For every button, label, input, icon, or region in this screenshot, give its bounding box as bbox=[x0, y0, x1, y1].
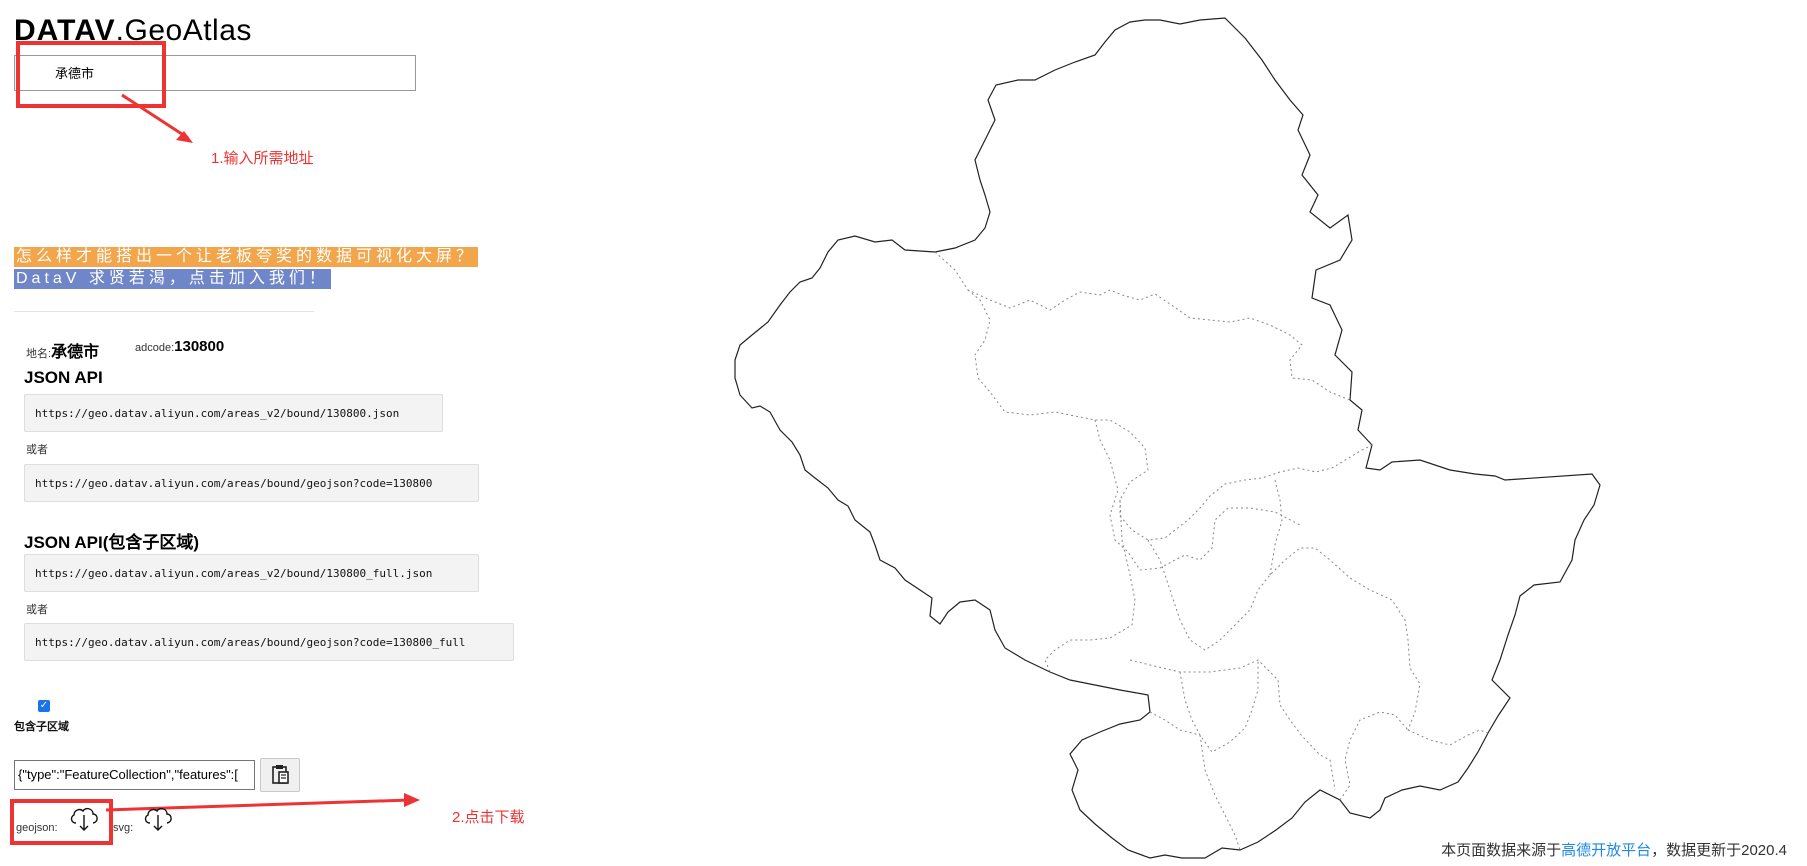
footer-prefix: 本页面数据来源于 bbox=[1441, 842, 1562, 859]
data-source-footer: 本页面数据来源于高德开放平台，数据更新于2020.4 bbox=[1441, 839, 1787, 860]
amap-link[interactable]: 高德开放平台 bbox=[1561, 842, 1651, 859]
footer-suffix: ，数据更新于2020.4 bbox=[1651, 842, 1787, 859]
region-outline bbox=[734, 17, 1601, 859]
region-map[interactable] bbox=[0, 0, 1807, 866]
